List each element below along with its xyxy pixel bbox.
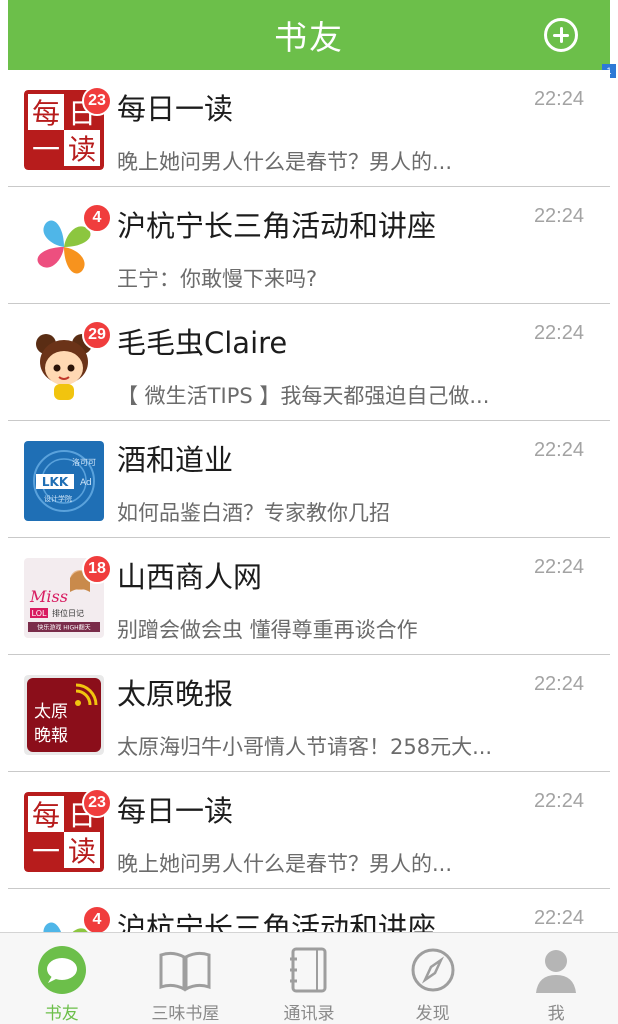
chat-time: 22:24 xyxy=(533,907,584,929)
chat-row[interactable]: 每 日 一 读 23 每日一读 22:24 晚上她问男人什么是春节？男人的... xyxy=(8,772,610,889)
newspaper-logo-avatar: 太原 晚報 xyxy=(24,675,104,755)
chat-row[interactable]: 29 毛毛虫Claire 22:24 【 微生活TIPS 】我每天都强迫自己做.… xyxy=(8,304,610,421)
unread-badge: 4 xyxy=(82,203,112,233)
person-icon xyxy=(536,950,577,993)
avatar-char: 每 xyxy=(32,97,60,130)
avatar-text: 快乐游戏 HIGH翻天 xyxy=(37,624,90,632)
chat-name: 每日一读 xyxy=(117,794,234,828)
unread-badge: 23 xyxy=(82,86,112,116)
chat-time: 22:24 xyxy=(533,673,584,695)
chat-name: 沪杭宁长三角活动和讲座 xyxy=(117,209,437,243)
chat-row[interactable]: 太原 晚報 太原晚报 22:24 太原海归牛小哥情人节请客！258元大... xyxy=(8,655,610,772)
tab-label: 发现 xyxy=(415,1004,450,1024)
chat-preview: 别蹭会做会虫 懂得尊重再谈合作 xyxy=(117,618,418,642)
chat-bubble-icon xyxy=(37,946,86,994)
chat-preview: 晚上她问男人什么是春节？男人的... xyxy=(117,150,453,174)
chat-time: 22:24 xyxy=(533,88,584,110)
chat-row[interactable]: 每 日 一 读 23 每日一读 22:24 晚上她问男人什么是春节？男人的... xyxy=(8,70,610,187)
tab-me[interactable]: 我 xyxy=(494,933,618,1024)
chat-name: 山西商人网 xyxy=(117,560,263,594)
chat-row[interactable]: Miss LOL 排位日记 快乐游戏 HIGH翻天 18 山西商人网 22:24… xyxy=(8,538,610,655)
chat-name: 每日一读 xyxy=(117,92,234,126)
chat-list[interactable]: 每 日 一 读 23 每日一读 22:24 晚上她问男人什么是春节？男人的... xyxy=(8,70,610,932)
tab-sanwei-shuwu[interactable]: 三味书屋 xyxy=(124,933,248,1024)
avatar-char: 读 xyxy=(68,133,96,166)
tab-label: 我 xyxy=(547,1004,565,1024)
lkk-logo-avatar: 洛可可 LKK Ad 设计学院 xyxy=(24,441,104,521)
chat-time: 22:24 xyxy=(533,790,584,812)
open-book-icon xyxy=(159,951,211,992)
address-book-icon xyxy=(289,947,327,993)
tab-shuyou[interactable]: 书友 xyxy=(0,933,124,1024)
chat-row[interactable]: 洛可可 LKK Ad 设计学院 酒和道业 22:24 如何品鉴白酒？专家教你几招 xyxy=(8,421,610,538)
chat-name: 沪杭宁长三角活动和讲座 xyxy=(117,911,437,932)
tab-label: 三味书屋 xyxy=(151,1004,220,1024)
unread-badge: 23 xyxy=(82,788,112,818)
compass-icon xyxy=(411,948,455,992)
avatar-text: 太原 xyxy=(34,702,68,722)
unread-badge: 29 xyxy=(82,320,112,350)
unread-badge: 18 xyxy=(82,554,112,584)
top-nav-bar: 书友 xyxy=(8,0,610,70)
chat-time: 22:24 xyxy=(533,439,584,461)
tab-label: 通讯录 xyxy=(283,1004,335,1024)
tab-discover[interactable]: 发现 xyxy=(371,933,495,1024)
avatar-char: 每 xyxy=(32,799,60,832)
unread-badge: 4 xyxy=(82,905,112,932)
avatar-text: 设计学院 xyxy=(44,494,72,503)
avatar-text: 洛可可 xyxy=(72,457,96,467)
plus-circle-icon[interactable] xyxy=(544,18,578,52)
avatar-char: 一 xyxy=(32,133,60,166)
chat-name: 毛毛虫Claire xyxy=(117,326,288,360)
chat-preview: 如何品鉴白酒？专家教你几招 xyxy=(117,501,390,525)
bottom-tab-bar: 书友 三味书屋 通讯录 发现 我 xyxy=(0,932,618,1024)
chat-time: 22:24 xyxy=(533,205,584,227)
tab-contacts[interactable]: 通讯录 xyxy=(247,933,371,1024)
app-screen: 书友 1 每 日 一 读 23 每日一读 22:24 晚上她问男人什么是春节？男… xyxy=(0,0,618,1024)
chat-preview: 晚上她问男人什么是春节？男人的... xyxy=(117,852,453,876)
avatar-text: 晚報 xyxy=(34,726,68,746)
avatar-text: Miss xyxy=(29,587,68,606)
tab-label: 书友 xyxy=(44,1004,79,1024)
chat-preview: 太原海归牛小哥情人节请客！258元大... xyxy=(117,735,493,759)
chat-name: 太原晚报 xyxy=(117,677,234,711)
avatar-char: 一 xyxy=(32,835,60,868)
chat-row[interactable]: 4 沪杭宁长三角活动和讲座 22:24 xyxy=(8,889,610,932)
chat-name: 酒和道业 xyxy=(117,443,234,477)
chat-preview: 【 微生活TIPS 】我每天都强迫自己做... xyxy=(117,384,490,408)
chat-time: 22:24 xyxy=(533,556,584,578)
avatar-text: LKK xyxy=(42,475,69,489)
avatar-text: LOL xyxy=(32,609,47,618)
chat-preview: 王宁：你敢慢下来吗? xyxy=(117,267,318,291)
avatar-char: 读 xyxy=(68,835,96,868)
page-title: 书友 xyxy=(274,18,344,57)
chat-row[interactable]: 4 沪杭宁长三角活动和讲座 22:24 王宁：你敢慢下来吗? xyxy=(8,187,610,304)
avatar-text: Ad xyxy=(80,478,92,488)
chat-time: 22:24 xyxy=(533,322,584,344)
avatar-text: 排位日记 xyxy=(52,608,84,618)
